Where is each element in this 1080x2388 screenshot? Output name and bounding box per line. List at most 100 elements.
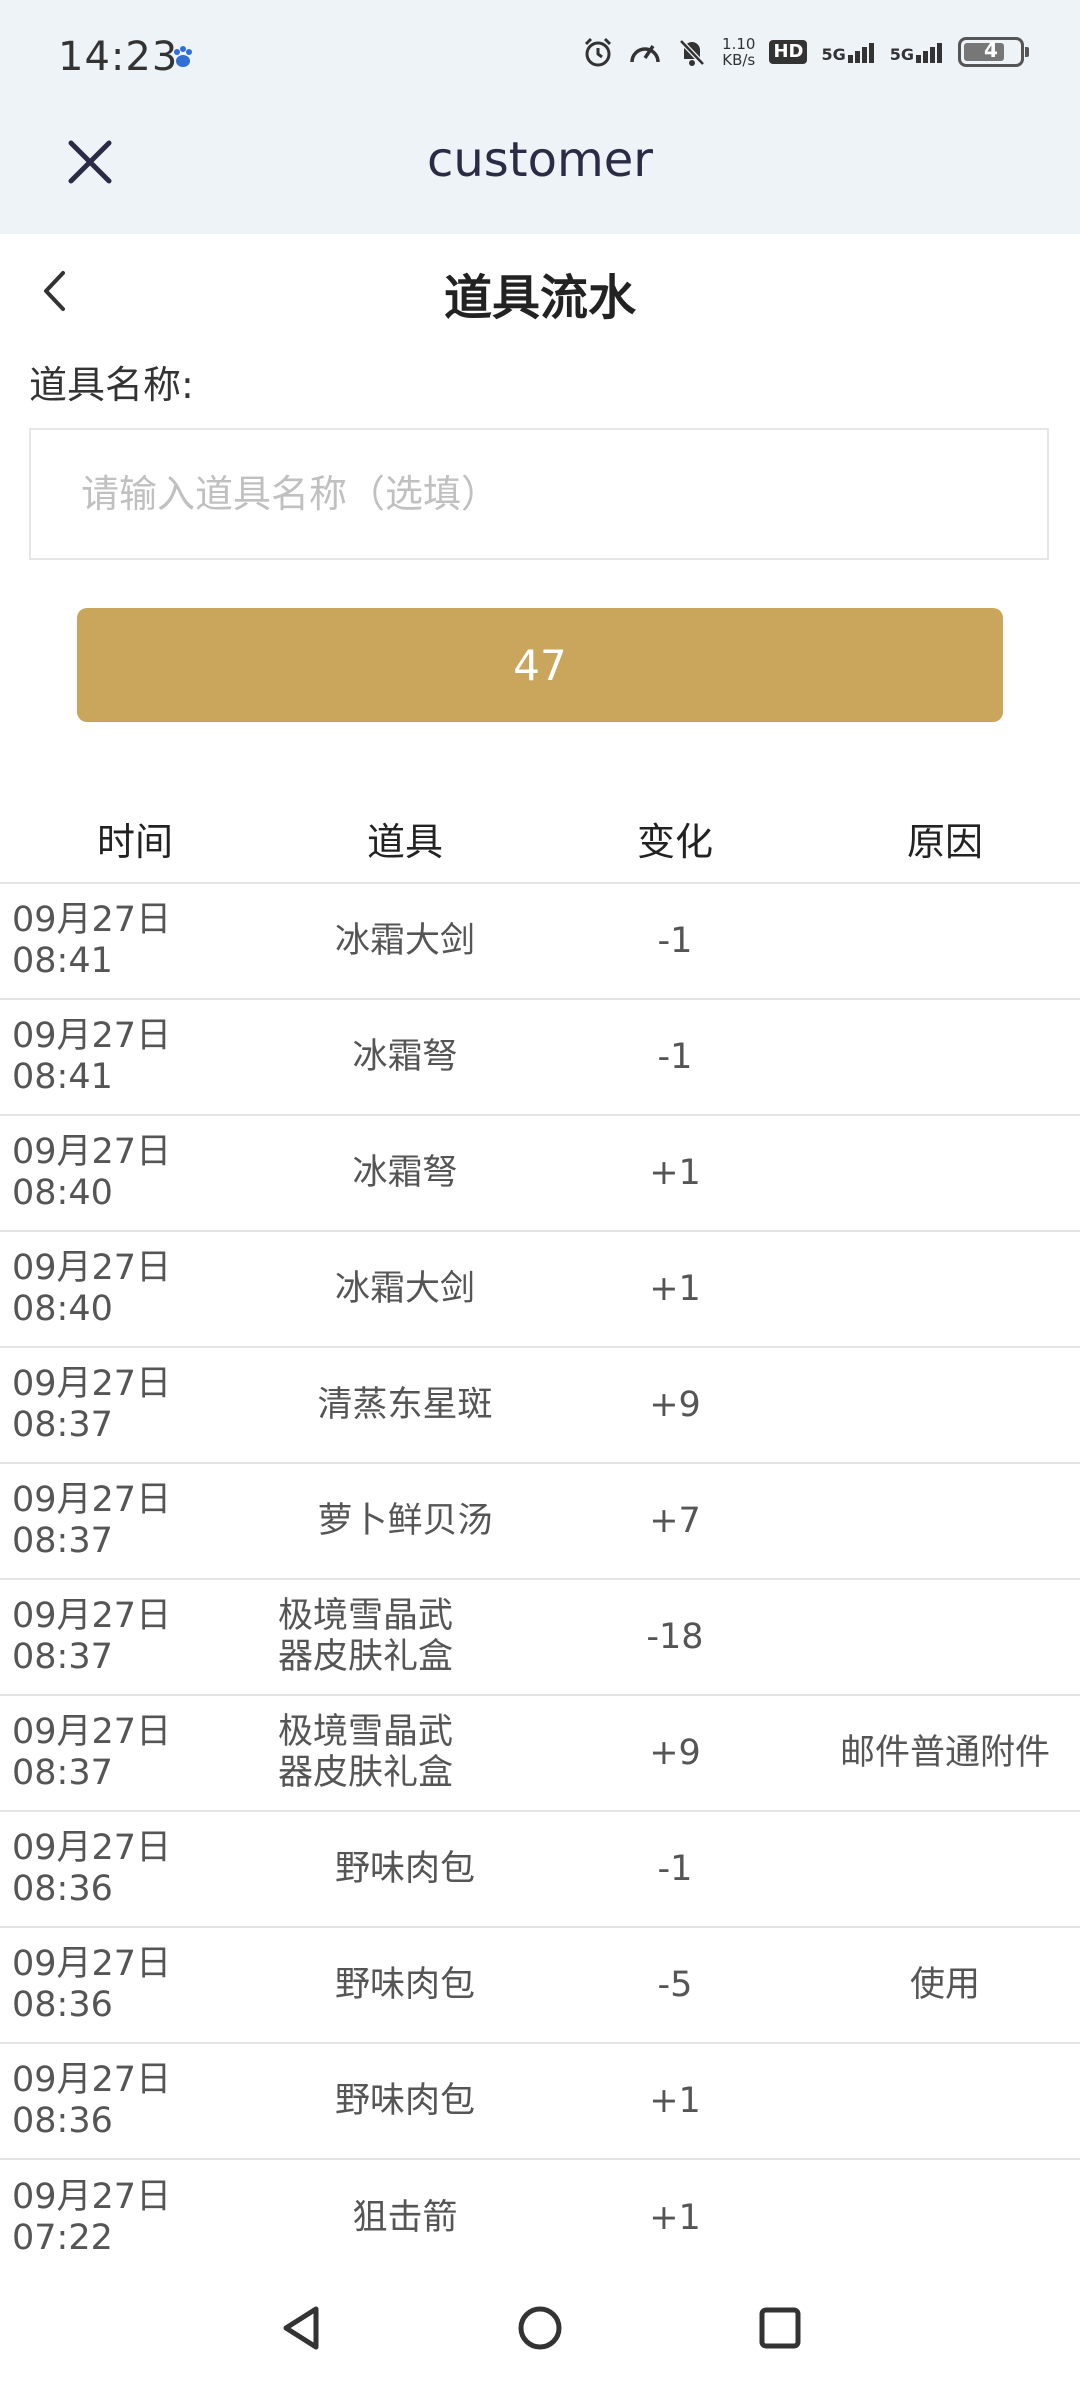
cell-change: +7 bbox=[649, 1500, 701, 1541]
status-time: 14:23 bbox=[58, 34, 179, 80]
table-row: 09月27日 08:37 清蒸东星斑 +9 bbox=[0, 1348, 1080, 1464]
cell-time: 09月27日 08:37 bbox=[0, 1596, 270, 1678]
nav-home-button[interactable] bbox=[510, 2298, 570, 2358]
cell-item: 萝卜鲜贝汤 bbox=[317, 1500, 493, 1541]
cell-change: -18 bbox=[646, 1616, 704, 1657]
table-row: 09月27日 08:37 极境雪晶武器皮肤礼盒 +9 邮件普通附件 bbox=[0, 1696, 1080, 1812]
cell-date: 09月27日 bbox=[12, 1016, 172, 1056]
signal-bars-icon bbox=[847, 43, 874, 63]
cell-time: 09月27日 08:36 bbox=[0, 1944, 270, 2026]
cell-time: 09月27日 08:36 bbox=[0, 2060, 270, 2142]
cell-change: +1 bbox=[649, 1268, 701, 1309]
battery-level: 4 bbox=[984, 38, 998, 62]
cell-clock: 08:37 bbox=[12, 1521, 113, 1561]
cell-time: 09月27日 07:22 bbox=[0, 2177, 270, 2259]
item-name-label: 道具名称: bbox=[29, 363, 194, 407]
cell-item: 极境雪晶武器皮肤礼盒 bbox=[278, 1712, 454, 1793]
cell-clock: 08:37 bbox=[12, 1753, 113, 1793]
cell-date: 09月27日 bbox=[12, 1364, 172, 1404]
cell-item: 狙击箭 bbox=[352, 2197, 458, 2238]
cell-date: 09月27日 bbox=[12, 1132, 172, 1172]
alarm-icon bbox=[582, 36, 614, 68]
table-row: 09月27日 08:40 冰霜大剑 +1 bbox=[0, 1232, 1080, 1348]
cell-item: 野味肉包 bbox=[334, 1964, 475, 2005]
column-header-reason: 原因 bbox=[906, 820, 983, 864]
cell-date: 09月27日 bbox=[12, 900, 172, 940]
cell-time: 09月27日 08:40 bbox=[0, 1248, 270, 1330]
signal-2-label: 5G bbox=[889, 45, 914, 64]
cell-clock: 08:40 bbox=[12, 1173, 113, 1213]
table-row: 09月27日 08:37 萝卜鲜贝汤 +7 bbox=[0, 1464, 1080, 1580]
cell-time: 09月27日 08:37 bbox=[0, 1480, 270, 1562]
table-row: 09月27日 08:36 野味肉包 +1 bbox=[0, 2044, 1080, 2160]
paw-icon bbox=[170, 44, 196, 70]
cell-reason: 使用 bbox=[909, 1964, 980, 2005]
cell-clock: 08:37 bbox=[12, 1637, 113, 1677]
cell-change: +1 bbox=[649, 2080, 701, 2121]
submit-button[interactable]: 47 bbox=[77, 608, 1003, 722]
cell-clock: 08:41 bbox=[12, 1057, 113, 1097]
navigation-bar bbox=[0, 2268, 1080, 2388]
cell-change: +9 bbox=[649, 1732, 701, 1773]
cell-item: 冰霜大剑 bbox=[334, 920, 475, 961]
signal-1: 5G bbox=[821, 41, 875, 63]
cell-change: -1 bbox=[657, 920, 693, 961]
app-title: customer bbox=[426, 132, 654, 188]
table-row: 09月27日 08:41 冰霜大剑 -1 bbox=[0, 884, 1080, 1000]
cell-item: 野味肉包 bbox=[334, 1848, 475, 1889]
mute-bell-icon bbox=[676, 36, 708, 68]
table-header: 时间 道具 变化 原因 bbox=[0, 806, 1080, 884]
net-speed: 1.10 KB/s bbox=[722, 36, 755, 68]
status-bar: 14:23 1.10 KB/s HD 5G 5G 4 bbox=[0, 0, 1080, 118]
cell-date: 09月27日 bbox=[12, 1712, 172, 1752]
hd-badge: HD bbox=[769, 40, 808, 64]
cell-change: +1 bbox=[649, 1152, 701, 1193]
cell-clock: 07:22 bbox=[12, 2218, 113, 2258]
net-speed-value: 1.10 bbox=[722, 35, 756, 53]
table-body: 09月27日 08:41 冰霜大剑 -1 09月27日 08:41 冰霜弩 -1 0… bbox=[0, 884, 1080, 2276]
column-header-item: 道具 bbox=[366, 820, 443, 864]
cell-clock: 08:41 bbox=[12, 941, 113, 981]
page-title: 道具流水 bbox=[443, 270, 636, 326]
cell-change: -1 bbox=[657, 1848, 693, 1889]
cell-change: -5 bbox=[657, 1964, 693, 2005]
cell-clock: 08:36 bbox=[12, 1985, 113, 2025]
cell-change: -1 bbox=[657, 1036, 693, 1077]
cell-clock: 08:37 bbox=[12, 1405, 113, 1445]
table-row: 09月27日 08:36 野味肉包 -5 使用 bbox=[0, 1928, 1080, 2044]
table-row: 09月27日 08:36 野味肉包 -1 bbox=[0, 1812, 1080, 1928]
item-name-input[interactable] bbox=[29, 428, 1049, 560]
cell-date: 09月27日 bbox=[12, 1944, 172, 1984]
signal-2: 5G bbox=[890, 41, 944, 63]
app-header: customer bbox=[0, 118, 1080, 234]
cell-item: 野味肉包 bbox=[334, 2080, 475, 2121]
square-recent-icon bbox=[759, 2307, 801, 2349]
column-header-time: 时间 bbox=[96, 820, 173, 864]
cell-clock: 08:40 bbox=[12, 1289, 113, 1329]
cell-item: 冰霜弩 bbox=[352, 1036, 458, 1077]
net-speed-unit: KB/s bbox=[722, 51, 756, 69]
cell-change: +9 bbox=[649, 1384, 701, 1425]
cell-change: +1 bbox=[649, 2197, 701, 2238]
table-row: 09月27日 07:22 狙击箭 +1 bbox=[0, 2160, 1080, 2276]
cell-time: 09月27日 08:37 bbox=[0, 1712, 270, 1794]
cell-clock: 08:36 bbox=[12, 2101, 113, 2141]
circle-home-icon bbox=[518, 2306, 562, 2350]
cell-item: 清蒸东星斑 bbox=[317, 1384, 493, 1425]
table-row: 09月27日 08:37 极境雪晶武器皮肤礼盒 -18 bbox=[0, 1580, 1080, 1696]
nav-back-button[interactable] bbox=[270, 2298, 330, 2358]
status-icons: 1.10 KB/s HD 5G 5G 4 bbox=[582, 36, 1029, 68]
cell-clock: 08:36 bbox=[12, 1869, 113, 1909]
nav-recent-button[interactable] bbox=[750, 2298, 810, 2358]
cell-date: 09月27日 bbox=[12, 2177, 172, 2217]
cell-time: 09月27日 08:41 bbox=[0, 1016, 270, 1098]
cell-reason: 邮件普通附件 bbox=[839, 1732, 1050, 1773]
speedometer-icon bbox=[628, 36, 662, 68]
triangle-back-icon bbox=[283, 2306, 319, 2350]
cell-date: 09月27日 bbox=[12, 1596, 172, 1636]
cell-time: 09月27日 08:41 bbox=[0, 900, 270, 982]
cell-date: 09月27日 bbox=[12, 1828, 172, 1868]
signal-1-label: 5G bbox=[821, 45, 846, 64]
cell-item: 冰霜弩 bbox=[352, 1152, 458, 1193]
cell-time: 09月27日 08:36 bbox=[0, 1828, 270, 1910]
